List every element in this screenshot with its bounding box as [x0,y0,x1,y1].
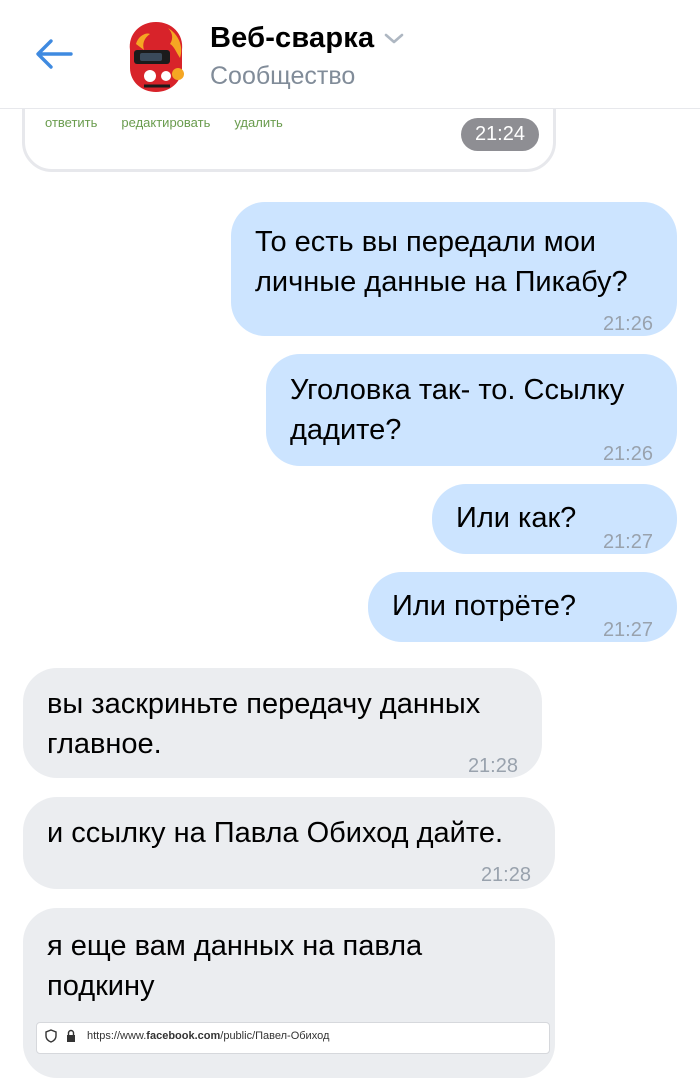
message-text: и ссылку на Павла Обиход дайте. [47,813,503,853]
lock-icon [65,1029,77,1048]
message-line: подкину [47,970,155,1002]
message-time: 21:28 [480,864,531,886]
previous-message-actions: ответить редактировать удалить [45,115,283,130]
message-bubble-outgoing[interactable]: Или потрёте? 21:27 [368,572,677,642]
url-domain: facebook.com [146,1030,221,1042]
message-time: 21:27 [602,531,653,553]
chat-title-row[interactable]: Веб-сварка [210,22,404,55]
attachment-image[interactable]: https://www.facebook.com/public/Павел-Об… [36,1022,550,1054]
message-line: Или потрёте? [392,590,576,622]
message-time: 21:26 [602,443,653,465]
chat-subtitle: Сообщество [210,62,356,90]
message-bubble-outgoing[interactable]: Уголовка так- то. Ссылку дадите? 21:26 [266,354,677,466]
url-prefix: https://www. [87,1030,147,1042]
message-bubble-outgoing[interactable]: То есть вы передали мои личные данные на… [231,202,677,336]
message-line: личные данные на Пикабу? [255,266,628,298]
message-line: главное. [47,728,162,760]
reply-link[interactable]: ответить [45,115,97,130]
message-line: Уголовка так- то. Ссылку [290,374,625,406]
message-text: Уголовка так- то. Ссылку дадите? [290,370,624,450]
message-text: я еще вам данных на павла подкину [47,926,422,1006]
message-time: 21:27 [602,619,653,641]
message-time: 21:28 [467,755,518,777]
message-bubble-outgoing[interactable]: Или как? 21:27 [432,484,677,554]
url-path: /public/Павел-Обиход [220,1030,330,1042]
previous-message-time: 21:24 [460,118,539,151]
message-line: дадите? [290,414,402,446]
edit-link[interactable]: редактировать [121,115,210,130]
back-button[interactable] [28,30,80,82]
welder-mask-logo [116,16,196,96]
message-text: Или потрёте? [392,586,576,626]
attachment-url: https://www.facebook.com/public/Павел-Об… [87,1030,329,1042]
message-time: 21:26 [602,313,653,335]
chat-history: ответить редактировать удалить 21:24 То … [0,0,700,1078]
delete-link[interactable]: удалить [234,115,282,130]
message-line: То есть вы передали мои [255,226,596,258]
message-bubble-incoming[interactable]: вы заскриньте передачу данных главное. 2… [23,668,542,778]
shield-icon [45,1029,57,1048]
message-line: и ссылку на Павла Обиход дайте. [47,817,504,849]
message-text: То есть вы передали мои личные данные на… [255,222,628,302]
chevron-down-icon [384,32,404,50]
message-line: Или как? [456,502,577,534]
chat-title: Веб-сварка [210,22,375,54]
message-text: Или как? [456,498,576,538]
arrow-left-icon [35,38,73,75]
message-line: я еще вам данных на павла [47,930,423,962]
message-line: вы заскриньте передачу данных [47,688,481,720]
message-text: вы заскриньте передачу данных главное. [47,684,480,764]
community-avatar[interactable] [116,16,196,96]
chat-header: Веб-сварка Сообщество [0,0,700,108]
message-bubble-incoming[interactable]: и ссылку на Павла Обиход дайте. 21:28 [23,797,555,889]
